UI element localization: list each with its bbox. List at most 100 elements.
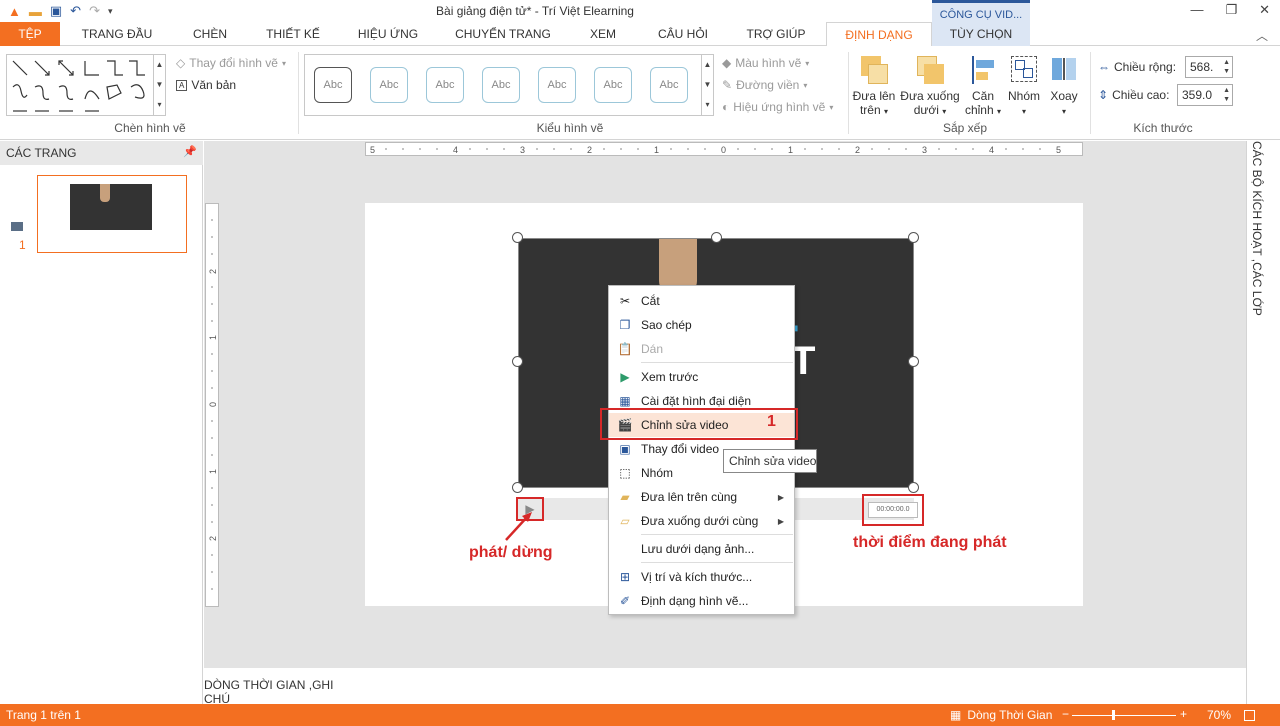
text-box-button[interactable]: A Văn bản — [176, 78, 236, 92]
shape-style-gallery[interactable]: Abc Abc Abc Abc Abc Abc Abc ▲ ▼ ▾ — [304, 54, 714, 116]
menu-item-position-size[interactable]: ⊞ Vị trí và kích thước... — [609, 565, 794, 589]
send-backward-button[interactable]: Đưa xuống dưới ▾ — [900, 54, 960, 119]
shape-style-7[interactable]: Abc — [650, 67, 688, 103]
rotate-icon — [1049, 54, 1079, 86]
zoom-slider[interactable] — [1072, 715, 1176, 716]
zoom-slider-thumb[interactable] — [1112, 710, 1115, 720]
timeline-notes-area — [204, 668, 1246, 704]
tab-options[interactable]: TÙY CHỌN — [932, 22, 1030, 46]
tab-home[interactable]: TRANG ĐẦU — [72, 22, 162, 46]
tab-format[interactable]: ĐỊNH DẠNG — [826, 22, 932, 47]
tab-insert[interactable]: CHÈN — [180, 22, 240, 46]
shape-gallery[interactable]: ▲ ▼ ▾ — [6, 54, 166, 116]
zoom-out-icon[interactable]: − — [1062, 707, 1069, 721]
vertical-ruler[interactable]: 2 1 0 1 2 — [205, 203, 219, 607]
bring-forward-label: Đưa lên — [852, 89, 896, 103]
tab-help[interactable]: TRỢ GIÚP — [740, 22, 812, 46]
menu-item-copy[interactable]: ❐ Sao chép — [609, 313, 794, 337]
height-input[interactable]: 359.0 ▲ ▼ — [1177, 84, 1233, 106]
close-icon[interactable]: ✕ — [1259, 2, 1270, 18]
menu-item-format-shape[interactable]: ✐ Định dạng hình vẽ... — [609, 589, 794, 613]
change-video-icon: ▣ — [619, 442, 631, 456]
position-size-icon: ⊞ — [619, 570, 631, 584]
menu-item-send-to-back[interactable]: ▱ Đưa xuống dưới cùng ▶ — [609, 509, 794, 533]
shape-effects-button[interactable]: ◐ Hiệu ứng hình vẽ ▾ — [722, 100, 833, 114]
tab-file[interactable]: TỆP — [0, 22, 60, 46]
slide-thumbnail[interactable] — [37, 175, 187, 253]
change-shape-button[interactable]: ◇ Thay đổi hình vẽ ▾ — [176, 56, 286, 70]
shape-fill-button[interactable]: ◆ Màu hình vẽ ▾ — [722, 56, 809, 70]
height-icon: ⇕ — [1098, 88, 1109, 102]
window-controls: — ❐ ✕ — [1190, 2, 1270, 18]
menu-item-label: Đưa xuống dưới cùng — [641, 514, 759, 528]
svg-text:4: 4 — [989, 145, 994, 155]
menu-item-preview[interactable]: ▶ Xem trước — [609, 365, 794, 389]
svg-text:0: 0 — [208, 402, 218, 407]
height-label: ⇕ Chiều cao: — [1098, 88, 1169, 102]
pin-icon[interactable]: 📌 — [183, 145, 197, 158]
width-spinner-icon[interactable]: ▲ ▼ — [1223, 58, 1230, 76]
pages-panel-header: CÁC TRANG 📌 — [0, 141, 203, 165]
resize-handle-left[interactable] — [512, 356, 523, 367]
resize-handle-top-left[interactable] — [512, 232, 523, 243]
menu-separator — [641, 562, 793, 563]
tab-transitions[interactable]: CHUYỂN TRANG — [448, 22, 558, 46]
resize-handle-bottom-right[interactable] — [908, 482, 919, 493]
shape-effects-label: Hiệu ứng hình vẽ — [733, 100, 826, 114]
status-bar: Trang 1 trên 1 ▦ Dòng Thời Gian − + 70% — [0, 704, 1280, 726]
width-input[interactable]: 568. ▲ ▼ — [1185, 56, 1233, 78]
horizontal-ruler[interactable]: 5 4 3 2 1 0 1 2 3 4 5 — [365, 142, 1083, 156]
group-label: Nhóm — [1007, 89, 1040, 103]
shape-gallery-scroll[interactable]: ▲ ▼ ▾ — [153, 55, 165, 115]
ribbon-divider — [1090, 52, 1091, 134]
tab-view[interactable]: XEM — [578, 22, 628, 46]
group-button[interactable]: Nhóm ▾ — [1004, 54, 1044, 119]
scissors-icon: ✂ — [619, 294, 631, 308]
shape-style-5[interactable]: Abc — [538, 67, 576, 103]
group-icon: ⬚ — [619, 466, 631, 480]
pages-panel: CÁC TRANG 📌 1 — [0, 141, 203, 704]
shape-style-4[interactable]: Abc — [482, 67, 520, 103]
collapse-ribbon-icon[interactable]: ︿ — [1256, 27, 1268, 44]
menu-item-save-as-image[interactable]: Lưu dưới dạng ảnh... — [609, 537, 794, 561]
tab-animations[interactable]: HIỆU ỨNG — [348, 22, 428, 46]
style-gallery-scroll[interactable]: ▲ ▼ ▾ — [701, 55, 713, 115]
shape-style-6[interactable]: Abc — [594, 67, 632, 103]
shape-style-1[interactable]: Abc — [314, 67, 352, 103]
timeline-toggle[interactable]: ▦ Dòng Thời Gian — [950, 708, 1052, 722]
resize-handle-top-right[interactable] — [908, 232, 919, 243]
svg-text:2: 2 — [208, 269, 218, 274]
menu-item-bring-to-front[interactable]: ▰ Đưa lên trên cùng ▶ — [609, 485, 794, 509]
menu-item-label: Cài đặt hình đại diện — [641, 394, 752, 408]
horizontal-ruler-ticks: 5 4 3 2 1 0 1 2 3 4 5 — [370, 145, 1061, 155]
menu-item-paste[interactable]: 📋 Dán — [609, 337, 794, 361]
change-shape-icon: ◇ — [176, 56, 186, 70]
bring-forward-button[interactable]: Đưa lên trên ▾ — [852, 54, 896, 119]
slide-number: 1 — [19, 238, 26, 252]
shape-outline-button[interactable]: ✎ Đường viền ▾ — [722, 78, 807, 92]
menu-item-cut[interactable]: ✂ Cắt — [609, 289, 794, 313]
resize-handle-bottom-left[interactable] — [512, 482, 523, 493]
shape-style-2[interactable]: Abc — [370, 67, 408, 103]
zoom-in-icon[interactable]: + — [1180, 707, 1187, 721]
chevron-down-icon: ▾ — [884, 107, 889, 116]
tab-questions[interactable]: CÂU HỎI — [648, 22, 718, 46]
height-spinner-icon[interactable]: ▲ ▼ — [1223, 86, 1230, 104]
send-to-back-icon: ▱ — [620, 514, 630, 528]
send-backward-label-2: dưới — [913, 103, 939, 117]
tab-design[interactable]: THIẾT KẾ — [258, 22, 328, 46]
restore-icon[interactable]: ❐ — [1225, 2, 1237, 18]
minimize-icon[interactable]: — — [1190, 2, 1203, 18]
shape-style-3[interactable]: Abc — [426, 67, 464, 103]
insert-shapes-group-label: Chèn hình vẽ — [114, 121, 186, 135]
fit-to-window-icon[interactable] — [1244, 710, 1255, 721]
title-bar: ▲ ▬ ▣ ↶ ↷ ▾ Bài giảng điện tử* - Trí Việ… — [0, 0, 1280, 22]
resize-handle-top[interactable] — [711, 232, 722, 243]
effects-icon: ◐ — [722, 100, 730, 114]
triggers-layers-panel-title[interactable]: CÁC BỘ KÍCH HOẠT ,CÁC LỚP — [1250, 141, 1264, 316]
rotate-button[interactable]: Xoay ▾ — [1046, 54, 1082, 119]
align-button[interactable]: Căn chỉnh ▾ — [964, 54, 1002, 119]
arrange-group-label: Sắp xếp — [942, 121, 988, 135]
resize-handle-right[interactable] — [908, 356, 919, 367]
chevron-down-icon: ▾ — [805, 58, 810, 68]
